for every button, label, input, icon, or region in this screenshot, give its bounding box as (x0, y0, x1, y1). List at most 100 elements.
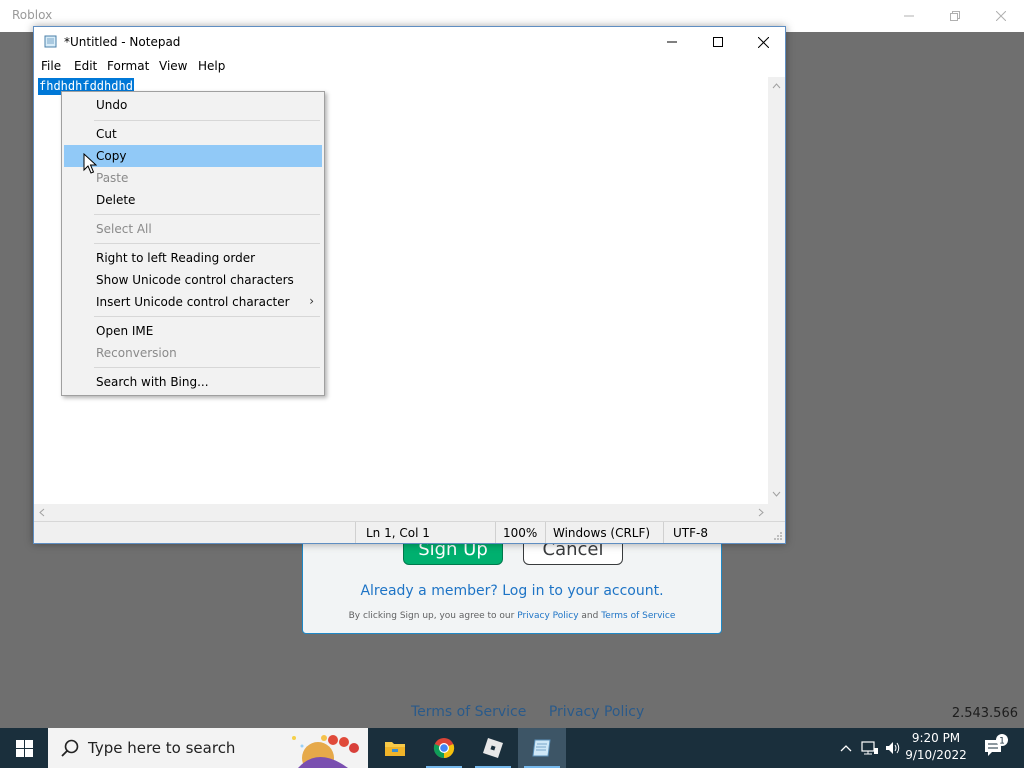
taskbar-clock[interactable]: 9:20 PM 9/10/2022 (904, 730, 968, 764)
footer-links: Terms of Service Privacy Policy (411, 704, 662, 720)
search-icon (61, 739, 79, 757)
menu-item-label: Insert Unicode control character (96, 295, 290, 309)
horizontal-scrollbar[interactable] (34, 504, 770, 521)
menu-item-rtl-reading[interactable]: Right to left Reading order (64, 247, 322, 269)
status-divider (663, 522, 664, 543)
vertical-scrollbar[interactable] (768, 77, 785, 504)
menu-separator (94, 120, 320, 121)
menu-separator (94, 316, 320, 317)
menu-item-label: Undo (96, 98, 128, 112)
scroll-corner (768, 504, 785, 521)
minimize-icon (667, 41, 677, 43)
restore-icon (950, 11, 960, 21)
menu-item-label: Right to left Reading order (96, 251, 256, 265)
privacy-policy-link[interactable]: Privacy Policy (517, 611, 578, 621)
menu-item-insert-unicode[interactable]: Insert Unicode control character › (64, 291, 322, 313)
roblox-restore-button[interactable] (932, 0, 978, 32)
menu-item-label: Open IME (96, 324, 154, 338)
roblox-close-button[interactable] (978, 0, 1024, 32)
notepad-maximize-button[interactable] (695, 27, 741, 57)
notepad-close-button[interactable] (740, 27, 786, 57)
menu-item-label: Copy (96, 149, 127, 163)
menu-separator (94, 367, 320, 368)
notepad-title: *Untitled - Notepad (64, 35, 181, 49)
terms-prefix: By clicking Sign up, you agree to our (348, 611, 515, 621)
minimize-icon (904, 15, 914, 17)
clock-date: 9/10/2022 (905, 748, 967, 762)
taskbar-notepad[interactable] (518, 728, 566, 768)
clock-time: 9:20 PM (911, 731, 961, 745)
close-icon (757, 36, 769, 48)
submenu-arrow-icon: › (309, 294, 314, 308)
notepad-menubar: File Edit Format View Help (34, 57, 785, 77)
notification-badge-icon: 1 (996, 734, 1008, 747)
footer-privacy-link[interactable]: Privacy Policy (549, 704, 644, 720)
file-explorer-icon (385, 742, 405, 756)
login-link[interactable]: Already a member? Log in to your account… (303, 583, 721, 599)
menu-item-cut[interactable]: Cut (64, 123, 322, 145)
chevron-up-icon[interactable] (839, 741, 853, 755)
notepad-icon (44, 35, 57, 48)
menu-separator (94, 243, 320, 244)
windows-logo-icon (15, 739, 33, 757)
menu-item-select-all[interactable]: Select All (64, 218, 322, 240)
close-icon (996, 11, 1006, 21)
menu-item-label: Select All (96, 222, 152, 236)
taskbar-search-box[interactable]: Type here to search (48, 728, 368, 768)
taskbar-roblox[interactable] (469, 728, 517, 768)
status-line-ending: Windows (CRLF) (553, 526, 651, 540)
roblox-window-title: Roblox (12, 8, 53, 22)
menu-item-undo[interactable]: Undo (64, 94, 322, 116)
menu-file[interactable]: File (41, 59, 61, 73)
resize-grip-icon[interactable] (773, 531, 783, 541)
menu-item-label: Paste (96, 171, 129, 185)
menu-item-delete[interactable]: Delete (64, 189, 322, 211)
menu-item-label: Cut (96, 127, 117, 141)
menu-item-copy[interactable]: Copy (64, 145, 322, 167)
scroll-arrows-icon (39, 508, 764, 517)
menu-edit[interactable]: Edit (74, 59, 97, 73)
maximize-icon (713, 37, 723, 47)
context-menu: Undo Cut Copy Paste Delete Select All Ri… (61, 91, 325, 396)
taskbar: Type here to search 9:20 PM 9/10/2022 1 (0, 728, 1024, 768)
notepad-icon (532, 739, 551, 757)
chrome-icon (433, 738, 455, 759)
search-placeholder: Type here to search (88, 739, 236, 757)
start-button[interactable] (0, 728, 48, 768)
taskbar-chrome[interactable] (420, 728, 468, 768)
menu-view[interactable]: View (159, 59, 187, 73)
menu-item-label: Search with Bing... (96, 375, 209, 389)
footer-terms-link[interactable]: Terms of Service (411, 704, 526, 720)
menu-help[interactable]: Help (198, 59, 225, 73)
terms-and: and (581, 611, 599, 621)
notepad-statusbar: Ln 1, Col 1 100% Windows (CRLF) UTF-8 (34, 521, 785, 543)
status-encoding: UTF-8 (673, 526, 708, 540)
notepad-titlebar[interactable]: *Untitled - Notepad (34, 27, 785, 57)
roblox-minimize-button[interactable] (886, 0, 932, 32)
notepad-minimize-button[interactable] (649, 27, 695, 57)
svg-text:1: 1 (999, 737, 1005, 747)
scroll-arrows-icon (772, 83, 781, 497)
menu-item-label: Reconversion (96, 346, 177, 360)
menu-item-show-unicode[interactable]: Show Unicode control characters (64, 269, 322, 291)
terms-notice: By clicking Sign up, you agree to our Pr… (303, 611, 721, 621)
menu-separator (94, 214, 320, 215)
search-highlight-illustration-icon (292, 735, 359, 768)
menu-item-label: Show Unicode control characters (96, 273, 294, 287)
menu-item-label: Delete (96, 193, 136, 207)
network-icon[interactable] (861, 740, 879, 756)
version-label: 2.543.566 (951, 706, 1018, 721)
status-divider (495, 522, 496, 543)
menu-item-search-bing[interactable]: Search with Bing... (64, 371, 322, 393)
menu-format[interactable]: Format (107, 59, 149, 73)
status-zoom: 100% (503, 526, 538, 540)
roblox-icon (483, 738, 503, 758)
mouse-pointer-icon (83, 153, 97, 174)
menu-item-open-ime[interactable]: Open IME (64, 320, 322, 342)
taskbar-file-explorer[interactable] (371, 728, 419, 768)
terms-of-service-link[interactable]: Terms of Service (601, 611, 675, 621)
menu-item-paste[interactable]: Paste (64, 167, 322, 189)
status-divider (355, 522, 356, 543)
menu-item-reconversion[interactable]: Reconversion (64, 342, 322, 364)
volume-icon[interactable] (885, 740, 901, 756)
